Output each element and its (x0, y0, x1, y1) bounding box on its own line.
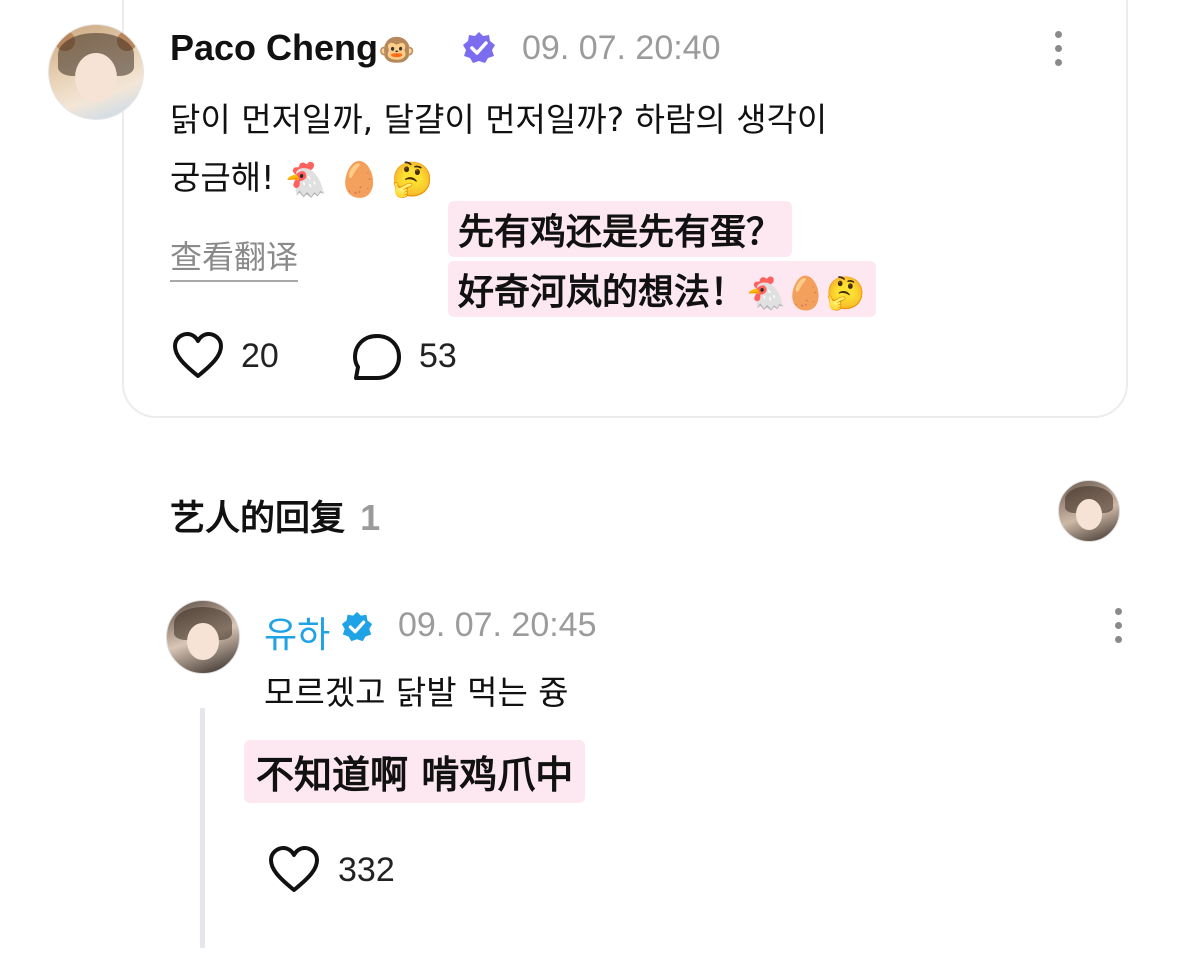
author-name-text[interactable]: Paco Cheng (170, 27, 378, 68)
post-text-line1: 닭이 먼저일까, 달걀이 먼저일까? 하람의 생각이 (170, 100, 828, 139)
artist-replies-title: 艺人的回复 (170, 499, 346, 539)
post-more-icon[interactable] (1055, 31, 1063, 73)
translation-emojis: 🐔🥚🤔 (746, 274, 866, 312)
post-text-line2-words: 궁금해! (170, 158, 275, 197)
reply-translation: 不知道啊 啃鸡爪中 (244, 740, 586, 803)
reply-like-count: 332 (338, 851, 395, 889)
post-like-count: 20 (241, 337, 279, 375)
verified-badge-icon (461, 30, 497, 66)
reply-timestamp: 09. 07. 20:45 (398, 606, 597, 644)
translation-line2: 好奇河岚的想法！🐔🥚🤔 (448, 261, 876, 317)
reply-text: 모르겠고 닭발 먹는 즁 (264, 673, 569, 712)
post-timestamp: 09. 07. 20:40 (522, 29, 721, 67)
author-name[interactable]: Paco Cheng🐵 (170, 27, 415, 69)
artist-check-icon (340, 610, 374, 644)
post-comment-count: 53 (419, 337, 457, 375)
post-text-line2: 궁금해! 🐔 🥚 🤔 (170, 149, 433, 209)
artist-avatar-small[interactable] (1058, 480, 1120, 542)
monkey-emoji: 🐵 (378, 34, 416, 67)
translation-line2-text: 好奇河岚的想法！ (458, 272, 747, 313)
reply-more-icon[interactable] (1115, 608, 1123, 650)
translation-line1: 先有鸡还是先有蛋？ (448, 201, 793, 257)
thread-line (200, 708, 205, 948)
artist-replies-count: 1 (360, 497, 381, 538)
translate-link[interactable]: 查看翻译 (170, 232, 299, 282)
post-text-emojis: 🐔 🥚 🤔 (284, 159, 434, 200)
reply-heart-icon[interactable] (268, 846, 320, 894)
heart-icon[interactable] (172, 332, 224, 380)
comment-bubble-icon[interactable] (351, 333, 403, 383)
reply-author-avatar[interactable] (166, 600, 240, 674)
author-avatar[interactable] (48, 24, 144, 120)
artist-replies-header: 艺人的回复 1 (170, 490, 380, 541)
reply-author-name[interactable]: 유하 (264, 606, 330, 658)
